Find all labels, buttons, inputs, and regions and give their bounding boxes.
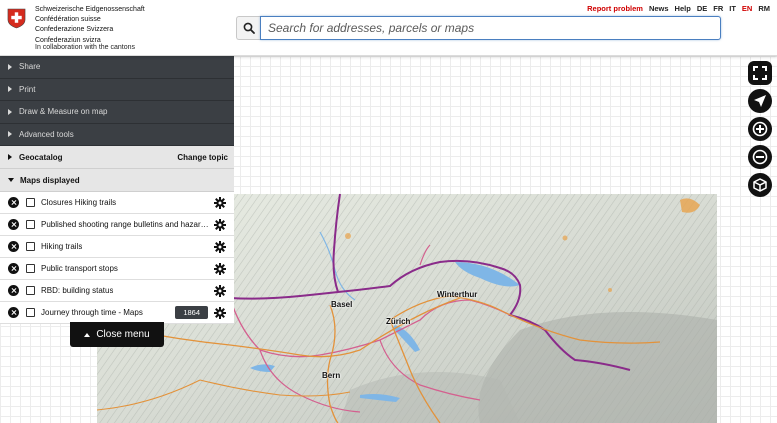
menu-item-print[interactable]: Print xyxy=(0,79,234,101)
lang-fr[interactable]: FR xyxy=(713,4,723,13)
layer-visibility-checkbox[interactable] xyxy=(26,264,35,273)
town-spot xyxy=(562,235,568,241)
chevron-right-icon xyxy=(8,154,12,160)
3d-view-icon xyxy=(753,178,767,192)
geocatalog-label: Geocatalog xyxy=(19,152,63,162)
report-problem-link[interactable]: Report problem xyxy=(587,4,643,13)
gear-icon[interactable] xyxy=(214,285,226,297)
layer-visibility-checkbox[interactable] xyxy=(26,242,35,251)
city-label-basel: Basel xyxy=(331,300,353,309)
gear-icon[interactable] xyxy=(214,241,226,253)
remove-layer-icon[interactable] xyxy=(8,197,19,208)
gear-icon[interactable] xyxy=(214,197,226,209)
layer-label: RBD: building status xyxy=(41,286,114,295)
city-label-winterthur: Winterthur xyxy=(437,290,478,299)
menu-tools-section: Share Print Draw & Measure on map Advanc… xyxy=(0,56,234,146)
collaboration-text: In collaboration with the cantons xyxy=(35,44,136,51)
gear-icon[interactable] xyxy=(214,219,226,231)
layer-visibility-checkbox[interactable] xyxy=(26,308,35,317)
search-button[interactable] xyxy=(236,16,260,40)
confederation-line-de: Schweizerische Eidgenossenschaft xyxy=(35,6,145,13)
layer-row: Hiking trails xyxy=(0,236,234,258)
menu-item-label: Share xyxy=(19,62,41,72)
menu-item-label: Advanced tools xyxy=(19,129,74,139)
gear-icon[interactable] xyxy=(214,307,226,319)
town-spot xyxy=(608,288,612,292)
zoom-out-button[interactable] xyxy=(748,145,772,169)
layer-label: Journey through time - Maps xyxy=(41,308,143,317)
layer-label: Hiking trails xyxy=(41,242,83,251)
chevron-down-icon xyxy=(8,178,14,182)
chevron-right-icon xyxy=(8,131,12,138)
menu-item-label: Print xyxy=(19,84,36,94)
map-tools xyxy=(748,61,772,197)
geocatalog-header[interactable]: Geocatalog Change topic xyxy=(0,146,234,169)
menu-item-share[interactable]: Share xyxy=(0,56,234,79)
layer-visibility-checkbox[interactable] xyxy=(26,198,35,207)
gear-icon[interactable] xyxy=(214,263,226,275)
side-menu: Share Print Draw & Measure on map Advanc… xyxy=(0,56,234,324)
remove-layer-icon[interactable] xyxy=(8,263,19,274)
menu-item-label: Draw & Measure on map xyxy=(19,107,108,117)
remove-layer-icon[interactable] xyxy=(8,307,19,318)
lang-de[interactable]: DE xyxy=(697,4,707,13)
help-link[interactable]: Help xyxy=(675,4,691,13)
layer-label: Published shooting range bulletins and h… xyxy=(41,220,209,229)
city-label-bern: Bern xyxy=(322,371,341,380)
layer-visibility-checkbox[interactable] xyxy=(26,220,35,229)
lang-rm[interactable]: RM xyxy=(758,4,770,13)
zoom-in-icon xyxy=(752,121,768,137)
layer-visibility-checkbox[interactable] xyxy=(26,286,35,295)
fullscreen-icon xyxy=(753,66,767,80)
geolocation-button[interactable] xyxy=(748,89,772,113)
chevron-right-icon xyxy=(8,63,12,70)
chevron-up-icon xyxy=(84,332,91,337)
city-label-zurich: Zürich xyxy=(386,317,411,326)
layer-list: Closures Hiking trails Published shootin… xyxy=(0,192,234,324)
fullscreen-button[interactable] xyxy=(748,61,772,85)
news-link[interactable]: News xyxy=(649,4,669,13)
layer-row: Published shooting range bulletins and h… xyxy=(0,214,234,236)
chevron-right-icon xyxy=(8,86,12,93)
layer-label: Public transport stops xyxy=(41,264,118,273)
lang-en[interactable]: EN xyxy=(742,4,752,13)
change-topic-button[interactable]: Change topic xyxy=(177,153,228,162)
maps-displayed-label: Maps displayed xyxy=(20,175,80,185)
layer-label: Closures Hiking trails xyxy=(41,198,117,207)
town-spot xyxy=(345,233,351,239)
confederation-line-it: Confederazione Svizzera xyxy=(35,26,114,34)
remove-layer-icon[interactable] xyxy=(8,241,19,252)
chevron-right-icon xyxy=(8,108,12,115)
remove-layer-icon[interactable] xyxy=(8,219,19,230)
layer-row: RBD: building status xyxy=(0,280,234,302)
top-bar: Schweizerische Eidgenossenschaft Confédé… xyxy=(0,0,777,56)
swiss-flag-logo xyxy=(7,8,26,29)
remove-layer-icon[interactable] xyxy=(8,285,19,296)
close-menu-label: Close menu xyxy=(96,329,150,340)
top-links: Report problem News Help DE FR IT EN RM xyxy=(587,4,770,13)
zoom-out-icon xyxy=(752,149,768,165)
layer-row: Closures Hiking trails xyxy=(0,192,234,214)
layer-row: Journey through time - Maps 1864 xyxy=(0,302,234,324)
time-selector-year[interactable]: 1864 xyxy=(175,306,208,319)
geolocation-icon xyxy=(754,95,766,107)
confederation-name: Schweizerische Eidgenossenschaft Confédé… xyxy=(35,5,145,46)
maps-displayed-header[interactable]: Maps displayed xyxy=(0,169,234,192)
search-icon xyxy=(243,22,255,34)
3d-view-button[interactable] xyxy=(748,173,772,197)
layer-row: Public transport stops xyxy=(0,258,234,280)
menu-item-draw-measure[interactable]: Draw & Measure on map xyxy=(0,101,234,124)
zoom-in-button[interactable] xyxy=(748,117,772,141)
lang-it[interactable]: IT xyxy=(729,4,736,13)
close-menu-button[interactable]: Close menu xyxy=(70,322,164,347)
confederation-line-fr: Confédération suisse xyxy=(35,16,101,24)
search-input[interactable] xyxy=(260,16,721,40)
menu-item-advanced-tools[interactable]: Advanced tools xyxy=(0,124,234,146)
